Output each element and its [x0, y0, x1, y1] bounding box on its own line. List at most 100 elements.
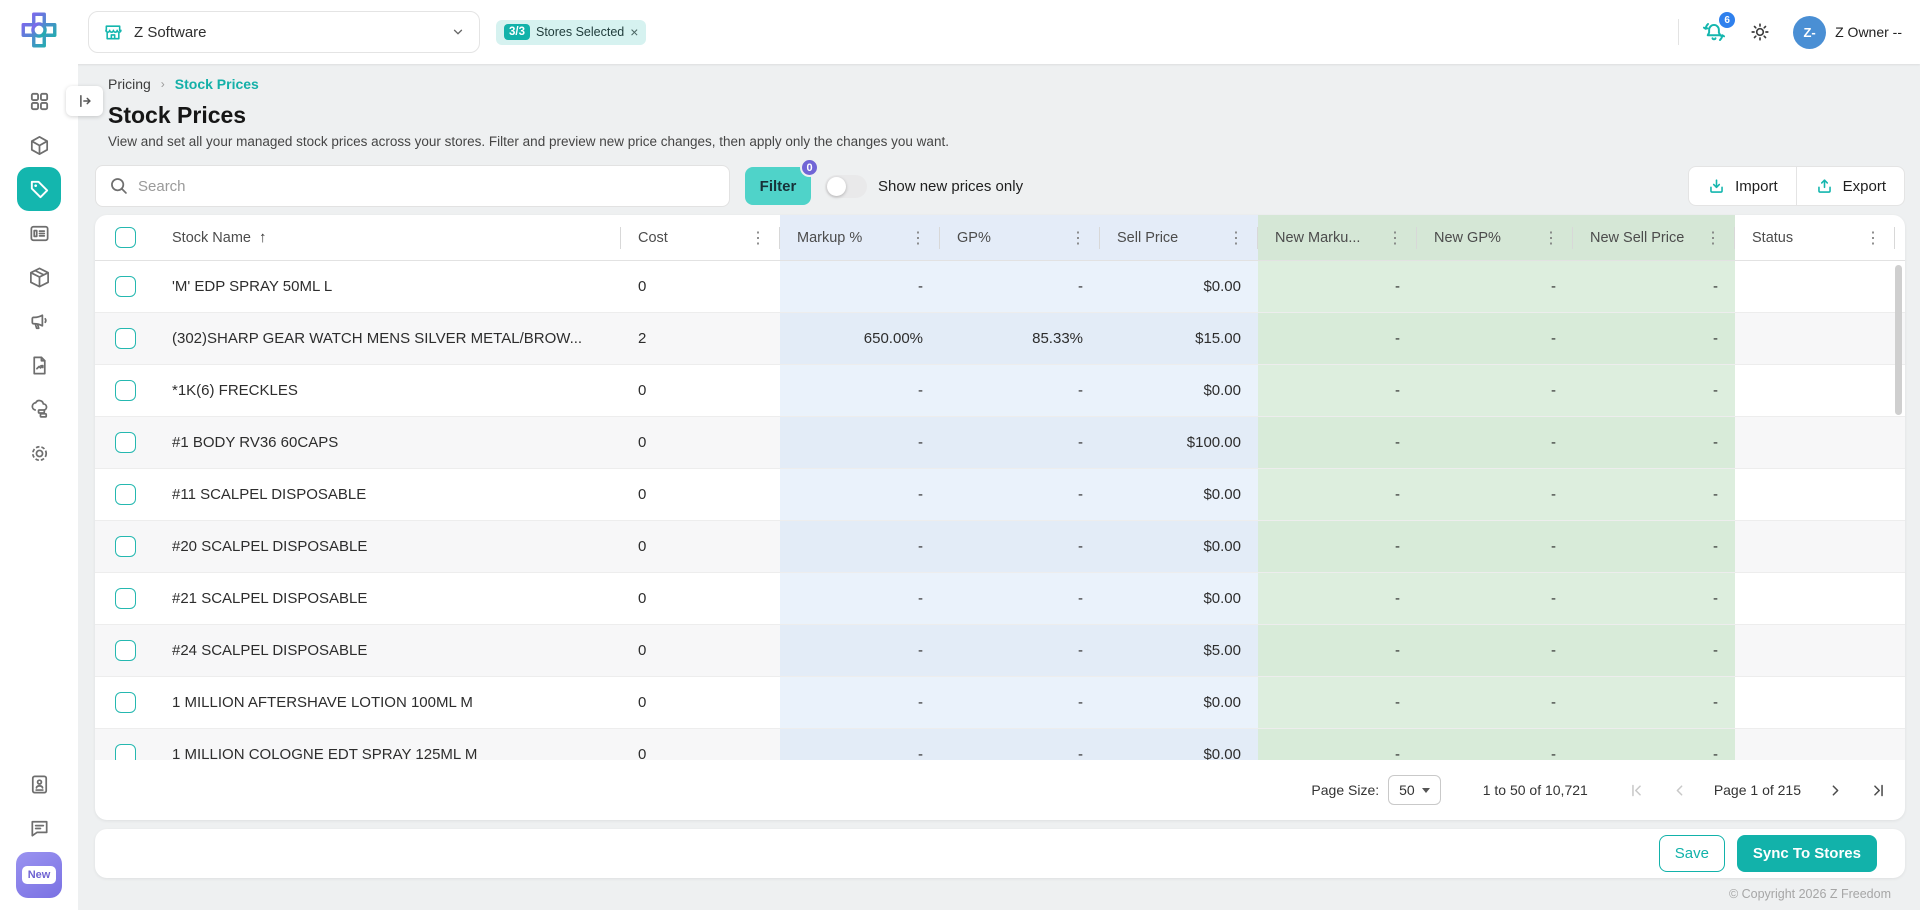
whats-new-tile[interactable]: New: [16, 852, 62, 898]
first-page-icon[interactable]: [1628, 782, 1645, 799]
show-new-prices-toggle[interactable]: [825, 174, 867, 198]
table-row[interactable]: #24 SCALPEL DISPOSABLE 0- - $5.00- - -: [95, 625, 1905, 677]
cell-markup: -: [780, 417, 940, 468]
column-header-gp[interactable]: GP% ⋮: [940, 215, 1100, 260]
column-menu-icon[interactable]: ⋮: [1861, 228, 1885, 248]
cell-status: [1735, 417, 1895, 468]
register-icon: [28, 222, 51, 245]
table-row[interactable]: #21 SCALPEL DISPOSABLE 0- - $0.00- - -: [95, 573, 1905, 625]
column-label: Status: [1752, 229, 1794, 246]
sidebar-item-products[interactable]: [0, 123, 78, 167]
table-row[interactable]: (302)SHARP GEAR WATCH MENS SILVER METAL/…: [95, 313, 1905, 365]
filter-button[interactable]: Filter 0: [745, 158, 819, 205]
next-page-icon[interactable]: [1827, 782, 1844, 799]
export-button[interactable]: Export: [1795, 166, 1905, 206]
table-row[interactable]: #11 SCALPEL DISPOSABLE 0- - $0.00- - -: [95, 469, 1905, 521]
table-row[interactable]: #1 BODY RV36 60CAPS 0- - $100.00- - -: [95, 417, 1905, 469]
user-menu[interactable]: Z- Z Owner --: [1793, 15, 1902, 49]
cell-new_markup: -: [1258, 729, 1417, 760]
cell-cost: 0: [638, 434, 647, 451]
row-checkbox[interactable]: [114, 692, 136, 713]
sidebar-item-integrations[interactable]: [0, 387, 78, 431]
column-header-markup[interactable]: Markup % ⋮: [780, 215, 940, 260]
page-size-select[interactable]: 50: [1388, 775, 1441, 805]
cell-name: 'M' EDP SPRAY 50ML L: [172, 278, 333, 295]
row-checkbox[interactable]: [114, 276, 136, 297]
sidebar-item-pricing[interactable]: [0, 167, 78, 211]
column-menu-icon[interactable]: ⋮: [1539, 228, 1563, 248]
cell-new_sell: -: [1573, 365, 1735, 416]
search-input[interactable]: [95, 165, 730, 207]
row-checkbox[interactable]: [114, 588, 136, 609]
row-checkbox-cell: [95, 365, 155, 416]
notification-bell-icon[interactable]: 6: [1701, 12, 1736, 45]
company-selector[interactable]: Z Software: [88, 11, 480, 53]
column-header-new_sell[interactable]: New Sell Price ⋮: [1573, 215, 1735, 260]
cell-new_gp: -: [1417, 365, 1573, 416]
row-checkbox[interactable]: [114, 744, 136, 760]
column-header-status[interactable]: Status ⋮: [1735, 215, 1895, 260]
cell-status: [1735, 365, 1895, 416]
column-menu-icon[interactable]: ⋮: [1701, 228, 1725, 248]
notification-count-badge: 6: [1719, 12, 1736, 28]
table-header-row: Stock Name ↑ Cost ⋮ Markup % ⋮ GP% ⋮ Sell Price ⋮…: [95, 215, 1905, 261]
cell-markup: -: [780, 625, 940, 676]
table-row[interactable]: 1 MILLION COLOGNE EDT SPRAY 125ML M 0- - $0…: [95, 729, 1905, 760]
row-checkbox[interactable]: [114, 380, 136, 401]
company-name: Z Software: [134, 23, 207, 41]
column-menu-icon[interactable]: ⋮: [906, 228, 930, 248]
inventory-box-icon: [28, 266, 51, 289]
breadcrumb-pricing[interactable]: Pricing: [108, 76, 151, 92]
row-checkbox[interactable]: [114, 536, 136, 557]
cell-new_sell: -: [1573, 261, 1735, 312]
cell-status: [1735, 469, 1895, 520]
sidebar-item-chat[interactable]: [0, 808, 78, 848]
sidebar-item-inventory[interactable]: [0, 255, 78, 299]
column-header-new_markup[interactable]: New Marku... ⋮: [1258, 215, 1417, 260]
cell-cost: 0: [638, 694, 647, 711]
stores-selected-chip[interactable]: 3/3 Stores Selected ×: [496, 19, 647, 45]
select-all-checkbox[interactable]: [114, 227, 136, 248]
cell-new_markup: -: [1258, 573, 1417, 624]
row-checkbox[interactable]: [114, 432, 136, 453]
table-row[interactable]: #20 SCALPEL DISPOSABLE 0- - $0.00- - -: [95, 521, 1905, 573]
last-page-icon[interactable]: [1870, 782, 1887, 799]
row-checkbox[interactable]: [114, 328, 136, 349]
column-label: Markup %: [797, 229, 863, 246]
column-header-sell[interactable]: Sell Price ⋮: [1100, 215, 1258, 260]
vertical-scrollbar[interactable]: [1895, 265, 1902, 415]
row-checkbox[interactable]: [114, 640, 136, 661]
column-menu-icon[interactable]: ⋮: [1066, 228, 1090, 248]
sidebar-item-marketing[interactable]: [0, 299, 78, 343]
table-row[interactable]: 1 MILLION AFTERSHAVE LOTION 100ML M 0- - $0…: [95, 677, 1905, 729]
sync-to-stores-button[interactable]: Sync To Stores: [1736, 835, 1877, 872]
table-row[interactable]: *1K(6) FRECKLES 0- - $0.00- - -: [95, 365, 1905, 417]
column-menu-icon[interactable]: ⋮: [746, 228, 770, 248]
page-subtitle: View and set all your managed stock pric…: [108, 134, 949, 149]
cell-markup: -: [780, 573, 940, 624]
previous-page-icon[interactable]: [1671, 782, 1688, 799]
theme-toggle-sun-icon[interactable]: [1749, 21, 1771, 43]
table-row[interactable]: 'M' EDP SPRAY 50ML L 0- - $0.00- - -: [95, 261, 1905, 313]
sidebar-item-settings[interactable]: [0, 431, 78, 475]
sidebar-expand-button[interactable]: [66, 86, 103, 116]
column-menu-icon[interactable]: ⋮: [1224, 228, 1248, 248]
sidebar-item-reports[interactable]: [0, 343, 78, 387]
main-content: Pricing › Stock Prices Stock Prices View…: [78, 64, 1920, 910]
save-button[interactable]: Save: [1658, 835, 1725, 872]
cell-sell: $0.00: [1100, 729, 1258, 760]
column-menu-icon[interactable]: ⋮: [1383, 228, 1407, 248]
import-button[interactable]: Import: [1688, 166, 1796, 206]
cell-new_markup: -: [1258, 625, 1417, 676]
row-checkbox[interactable]: [114, 484, 136, 505]
search-icon: [108, 175, 129, 196]
column-header-cost[interactable]: Cost ⋮: [621, 215, 780, 260]
sidebar-item-contacts[interactable]: [0, 764, 78, 804]
sidebar-item-register[interactable]: [0, 211, 78, 255]
app-logo[interactable]: [0, 0, 78, 60]
page-info: Page 1 of 215: [1713, 782, 1801, 798]
chip-close-icon[interactable]: ×: [630, 25, 638, 39]
column-header-new_gp[interactable]: New GP% ⋮: [1417, 215, 1573, 260]
column-header-name[interactable]: Stock Name ↑: [155, 215, 621, 260]
filter-count-badge: 0: [800, 158, 819, 177]
